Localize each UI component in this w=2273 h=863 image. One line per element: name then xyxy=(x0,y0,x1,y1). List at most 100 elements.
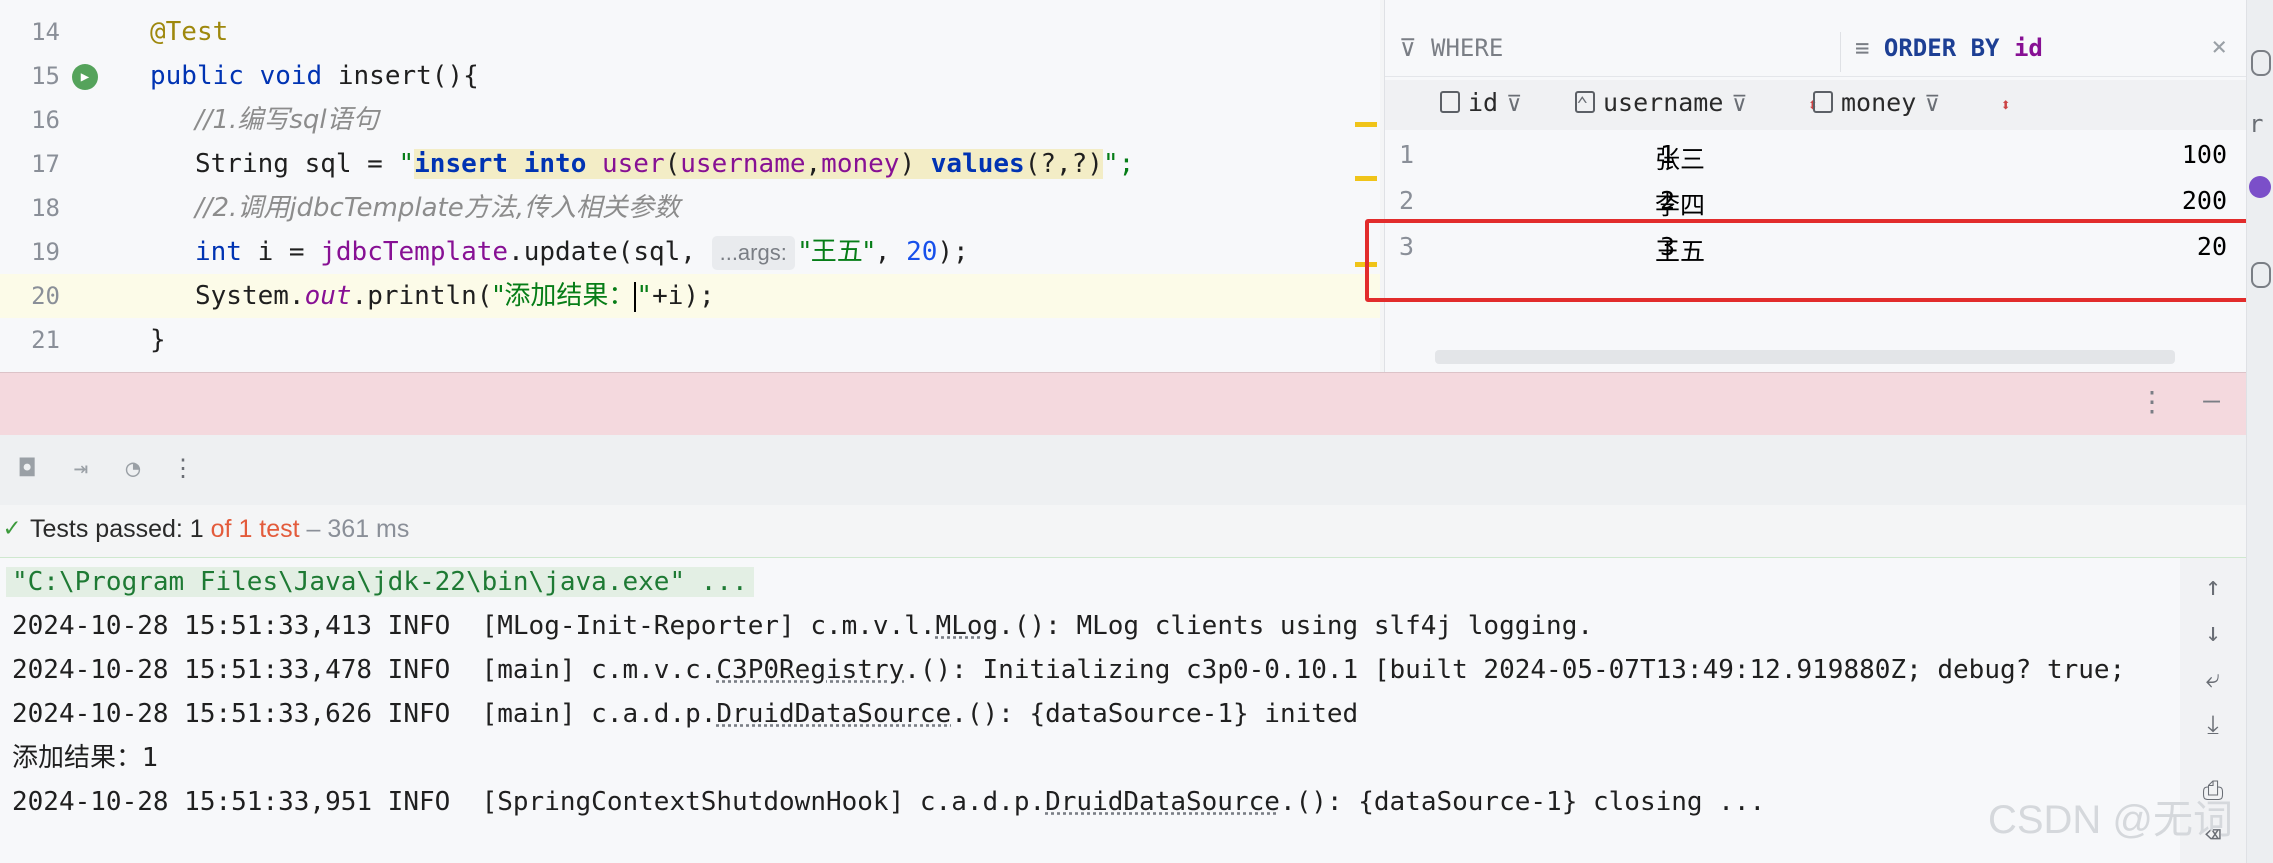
code-text: , xyxy=(874,237,907,267)
console-line: 2024-10-28 15:51:33,413 INFO [MLog-Init-… xyxy=(12,604,1593,648)
line-number: 14 xyxy=(31,18,60,46)
command-line[interactable]: "C:\Program Files\Java\jdk-22\bin\java.e… xyxy=(6,567,754,597)
key-column-icon xyxy=(1440,91,1460,113)
cell-money[interactable]: 100 xyxy=(2182,140,2227,169)
log-text: .(): MLog clients using slf4j logging. xyxy=(998,611,1593,641)
code-text: ); xyxy=(937,237,969,267)
orderby-filter[interactable]: ≡ ORDER BY id xyxy=(1855,34,2043,62)
column-header-username[interactable]: username ⊽ ⬍ xyxy=(1575,88,1818,117)
orderby-column: id xyxy=(2013,34,2043,62)
orderby-keyword: ORDER BY xyxy=(1883,34,2000,62)
console-line: 2024-10-28 15:51:33,951 INFO [SpringCont… xyxy=(12,780,1765,824)
log-text: 2024-10-28 15:51:33,413 INFO [MLog-Init-… xyxy=(12,611,936,641)
scroll-marker[interactable] xyxy=(1355,176,1377,181)
row-number: 1 xyxy=(1399,140,1415,169)
scroll-marker[interactable] xyxy=(1355,122,1377,127)
cell-money[interactable]: 200 xyxy=(2182,186,2227,215)
line-number: 16 xyxy=(31,106,60,134)
console-output[interactable]: "C:\Program Files\Java\jdk-22\bin\java.e… xyxy=(0,558,2180,863)
class-link[interactable]: DruidDataSource xyxy=(716,699,951,729)
keyword: void xyxy=(259,61,323,91)
string-literal: "王五" xyxy=(798,237,875,267)
log-text: 2024-10-28 15:51:33,478 INFO [main] c.m.… xyxy=(12,655,717,685)
code-text: (?,?) xyxy=(1024,149,1103,179)
field-jdbctemplate: jdbcTemplate xyxy=(320,237,509,267)
scroll-to-end-icon[interactable]: ⤓ xyxy=(2198,710,2228,740)
column-name: username xyxy=(1603,88,1724,117)
run-toolbar: ◘ ⇥ ◔ ⋮ xyxy=(0,435,2246,505)
run-test-icon[interactable]: ▶ xyxy=(72,64,98,90)
cell-username[interactable]: 张三 xyxy=(1655,140,1705,176)
watermark: CSDN @无词 xyxy=(1987,798,2233,842)
more-icon[interactable]: ⋮ xyxy=(168,453,198,483)
sort-icon[interactable]: ⬍ xyxy=(2000,95,2011,116)
soft-wrap-icon[interactable]: ⤶ xyxy=(2198,664,2228,694)
plugin-icon[interactable] xyxy=(2249,176,2271,198)
column-filter-icon[interactable]: ⊽ xyxy=(1731,92,1747,117)
filter-bar: ⊽ WHERE ≡ ORDER BY id × xyxy=(1385,28,2247,77)
log-text: 2024-10-28 15:51:33,951 INFO [SpringCont… xyxy=(12,787,1046,817)
column-filter-icon[interactable]: ⊽ xyxy=(1924,92,1940,117)
query-result-grid[interactable]: ⊽ WHERE ≡ ORDER BY id × id ⊽ ⌃ username ⊽ ⬍ … xyxy=(1384,0,2247,372)
log-text: .(): {dataSource-1} inited xyxy=(951,699,1359,729)
code-line-17: String sql = "insert into user(username,… xyxy=(195,142,1134,186)
read-icon[interactable]: r xyxy=(2249,110,2263,138)
arrow-down-icon[interactable]: ↓ xyxy=(2198,618,2228,648)
code-text: , xyxy=(805,149,822,179)
code-text: ) xyxy=(899,149,931,179)
column-header-row: id ⊽ ⌃ username ⊽ ⬍ money ⊽ ⬍ xyxy=(1385,80,2247,130)
horizontal-scrollbar[interactable] xyxy=(1435,350,2175,364)
code-text: i = xyxy=(241,237,321,267)
number-literal: 20 xyxy=(906,237,938,267)
code-editor[interactable]: 14 15 16 17 18 19 20 21 ▶ @Test public v… xyxy=(0,0,1380,372)
line-number: 20 xyxy=(31,282,60,310)
right-tool-strip: r xyxy=(2246,0,2273,863)
column-icon xyxy=(1575,91,1595,113)
table-row[interactable]: 1 1 张三 100 xyxy=(1385,132,2247,178)
line-number: 18 xyxy=(31,194,60,222)
test-count: of 1 test xyxy=(210,515,300,543)
log-text: .(): {dataSource-1} closing ... xyxy=(1279,787,1766,817)
database-icon[interactable] xyxy=(2251,50,2271,76)
class-link[interactable]: MLog xyxy=(936,611,999,641)
parameter-hint: ...args: xyxy=(711,236,795,270)
sql-keyword: values xyxy=(930,149,1025,179)
console-line-result: 添加结果：1 xyxy=(12,743,159,773)
arrow-up-icon[interactable]: ↑ xyxy=(2198,572,2228,602)
column-icon xyxy=(1813,91,1833,113)
class-link[interactable]: C3P0Registry xyxy=(716,655,904,685)
column-filter-icon[interactable]: ⊽ xyxy=(1506,92,1522,117)
cell-username[interactable]: 李四 xyxy=(1655,186,1705,222)
gauge-icon[interactable]: ◔ xyxy=(118,453,148,483)
where-filter[interactable]: ⊽ WHERE xyxy=(1399,34,1503,62)
column-header-id[interactable]: id ⊽ ⌃ xyxy=(1440,88,1588,117)
more-options-icon[interactable]: ⋮ xyxy=(2138,385,2166,418)
highlight-annotation-box xyxy=(1365,219,2261,302)
code-text: +i); xyxy=(652,281,715,311)
column-header-money[interactable]: money ⊽ ⬍ xyxy=(1813,88,2011,117)
string-quote: " xyxy=(398,149,415,179)
test-summary: Tests passed: 1 of 1 test – 361 ms xyxy=(30,515,409,544)
line-number: 19 xyxy=(31,238,60,266)
export-icon[interactable]: ⇥ xyxy=(66,453,96,483)
camera-icon[interactable]: ◘ xyxy=(12,453,42,483)
log-text: .(): Initializing c3p0-0.10.1 [built 202… xyxy=(904,655,2126,685)
method-signature: insert(){ xyxy=(322,61,479,91)
code-line-14: @Test xyxy=(150,10,228,54)
column-name: id xyxy=(1468,88,1499,117)
code-text: .println( xyxy=(351,281,493,311)
class-link[interactable]: DruidDataSource xyxy=(1045,787,1280,817)
comment: //1.编写sql语句 xyxy=(195,105,379,135)
table-row[interactable]: 2 2 李四 200 xyxy=(1385,178,2247,224)
minimize-icon[interactable]: — xyxy=(2203,383,2220,416)
test-status-bar: ✓ Tests passed: 1 of 1 test – 361 ms xyxy=(0,505,2246,558)
filter-icon: ⊽ xyxy=(1399,34,1432,62)
check-icon: ✓ xyxy=(4,513,20,543)
database-icon[interactable] xyxy=(2251,262,2271,288)
tests-passed-label: Tests passed: 1 xyxy=(30,515,211,543)
field-out: out xyxy=(304,281,352,311)
code-text: String sql = xyxy=(195,149,399,179)
sql-table: user xyxy=(602,149,665,179)
close-icon[interactable]: × xyxy=(2211,32,2227,62)
